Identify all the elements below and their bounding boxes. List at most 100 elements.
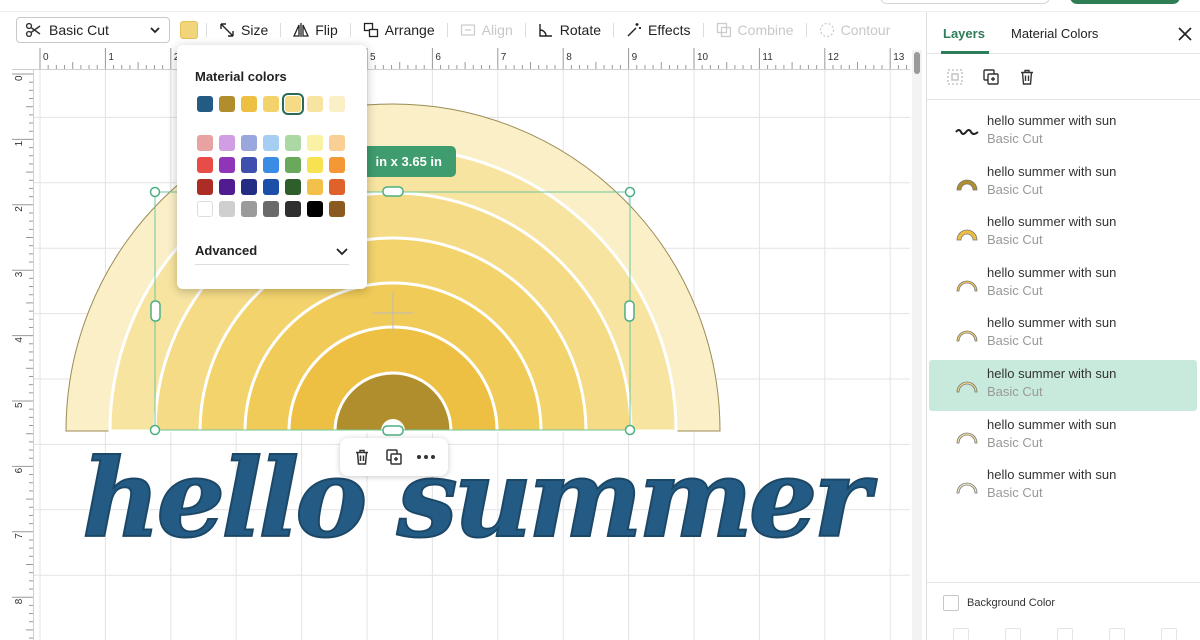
basic-color-swatch[interactable] [329,157,345,173]
hello-summer-text[interactable]: hello summer [81,435,883,563]
flip-button[interactable]: Flip [289,22,342,38]
left-ruler-label: 4 [14,337,25,343]
operation-label: Basic Cut [49,22,109,38]
layer-item[interactable]: hello summer with sun Basic Cut [929,158,1197,209]
fill-color-swatch[interactable] [180,21,198,39]
material-color-swatch[interactable] [263,96,279,112]
arrange-button[interactable]: Arrange [359,22,439,38]
group-button[interactable] [945,67,965,87]
basic-color-swatch[interactable] [285,157,301,173]
basic-color-swatch[interactable] [197,179,213,195]
advanced-toggle[interactable]: Advanced [195,237,349,265]
edit-toolbar: Basic Cut Size Flip Arrange Align Rotate [0,12,926,48]
slice-icon[interactable] [953,628,969,640]
basic-color-swatch[interactable] [329,179,345,195]
layer-operation: Basic Cut [987,383,1043,399]
left-ruler-label: 6 [14,467,25,473]
close-icon[interactable] [1177,26,1193,42]
layer-item[interactable]: hello summer with sun Basic Cut [929,411,1197,462]
material-color-swatch[interactable] [282,93,304,115]
flatten-icon[interactable] [1109,628,1125,640]
basic-color-swatch[interactable] [241,179,257,195]
layer-item[interactable]: hello summer with sun Basic Cut [929,208,1197,259]
resize-handle-top [382,186,404,197]
top-strip [0,0,1200,12]
header-button-primary[interactable] [1070,0,1180,4]
combine-icon[interactable] [1005,628,1021,640]
basic-color-swatch[interactable] [197,135,213,151]
duplicate-icon [983,68,999,85]
design-space-app: Basic Cut Size Flip Arrange Align Rotate [0,0,1200,640]
basic-color-swatch[interactable] [307,157,323,173]
delete-button[interactable] [350,445,374,469]
basic-color-swatch[interactable] [197,157,213,173]
material-color-swatch[interactable] [197,96,213,112]
layer-operation: Basic Cut [987,333,1043,349]
layer-item[interactable]: hello summer with sun Basic Cut [929,359,1197,411]
basic-color-swatch[interactable] [329,201,345,217]
delete-layer-button[interactable] [1017,67,1037,87]
basic-color-swatch[interactable] [197,201,213,217]
basic-color-swatch[interactable] [219,157,235,173]
resize-arrows-icon [220,23,234,37]
scrollbar-thumb[interactable] [914,52,920,74]
rotate-button[interactable]: Rotate [534,22,605,38]
divider [805,23,807,37]
basic-color-swatch[interactable] [263,179,279,195]
selection-actions [340,438,448,476]
duplicate-layer-button[interactable] [981,67,1001,87]
basic-color-swatch[interactable] [285,135,301,151]
layer-item[interactable]: hello summer with sun Basic Cut [929,259,1197,310]
resize-handle-left [150,300,161,322]
resize-handle-br [624,424,636,436]
background-color-checkbox[interactable] [943,594,959,611]
attach-icon[interactable] [1057,628,1073,640]
layer-thumbnail-icon [956,179,978,190]
divider [702,23,704,37]
canvas-scrollbar[interactable] [912,50,922,640]
panel-tabs: Layers Material Colors [927,12,1200,54]
background-color-row[interactable]: Background Color [927,582,1200,622]
contour-button[interactable]: Contour [815,22,895,38]
basic-color-swatch[interactable] [307,135,323,151]
duplicate-button[interactable] [382,445,406,469]
basic-color-swatch[interactable] [241,135,257,151]
layer-item[interactable]: hello summer with sun Basic Cut [929,461,1197,512]
material-color-swatch[interactable] [329,96,345,112]
basic-color-swatch[interactable] [241,201,257,217]
layer-name: hello summer with sun [987,467,1117,483]
basic-color-swatch[interactable] [219,135,235,151]
effects-button[interactable]: Effects [622,22,695,38]
tab-layers[interactable]: Layers [943,26,985,41]
tab-material-colors[interactable]: Material Colors [1011,26,1098,41]
more-options-button[interactable] [414,445,438,469]
operation-dropdown[interactable]: Basic Cut [16,17,170,43]
basic-color-swatch[interactable] [307,201,323,217]
basic-color-swatch[interactable] [285,179,301,195]
layer-item[interactable]: hello summer with sun Basic Cut [929,107,1197,158]
basic-color-swatch[interactable] [263,201,279,217]
size-button[interactable]: Size [215,22,272,38]
basic-color-swatch[interactable] [263,157,279,173]
basic-color-swatch[interactable] [285,201,301,217]
header-button-outline[interactable] [880,0,1050,4]
material-color-swatch[interactable] [307,96,323,112]
basic-color-swatch[interactable] [329,135,345,151]
layer-item[interactable]: hello summer with sun Basic Cut [929,309,1197,360]
left-ruler: 0 1 2 3 4 5 6 7 8 [12,70,34,640]
align-button[interactable]: Align [456,22,517,38]
combine-button[interactable]: Combine [712,22,798,38]
basic-color-swatch[interactable] [307,179,323,195]
basic-color-swatch[interactable] [263,135,279,151]
basic-color-swatch[interactable] [241,157,257,173]
material-color-swatch[interactable] [241,96,257,112]
basic-color-swatch[interactable] [219,201,235,217]
basic-color-swatch[interactable] [219,179,235,195]
resize-handle-bl [149,424,161,436]
top-ruler-label: 7 [501,52,507,63]
contour-icon[interactable] [1161,628,1177,640]
design-canvas[interactable]: 012345678910111213 012345678 hello summe… [12,48,910,640]
layer-name: hello summer with sun [987,365,1117,381]
divider [206,23,207,37]
material-color-swatch[interactable] [219,96,235,112]
